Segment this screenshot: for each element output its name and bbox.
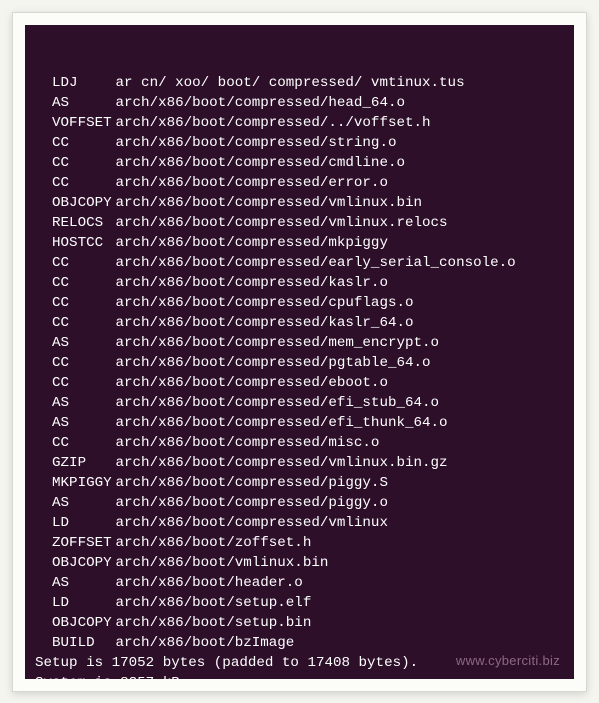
build-line: AS arch/x86/boot/compressed/efi_thunk_64… xyxy=(35,413,564,433)
build-path: arch/x86/boot/compressed/efi_thunk_64.o xyxy=(107,415,448,431)
build-path: arch/x86/boot/compressed/string.o xyxy=(107,135,396,151)
build-path: arch/x86/boot/compressed/vmlinux.relocs xyxy=(107,215,448,231)
build-path: arch/x86/boot/compressed/cmdline.o xyxy=(107,155,405,171)
build-cmd: CC xyxy=(35,153,107,173)
build-path: arch/x86/boot/compressed/misc.o xyxy=(107,435,379,451)
build-line: CC arch/x86/boot/compressed/error.o xyxy=(35,173,564,193)
build-cmd: AS xyxy=(35,93,107,113)
build-line: RELOCS arch/x86/boot/compressed/vmlinux.… xyxy=(35,213,564,233)
build-path: arch/x86/boot/setup.bin xyxy=(107,615,311,631)
build-line: LDJ ar cn/ xoo/ boot/ compressed/ vmtinu… xyxy=(35,73,564,93)
build-path: ar cn/ xoo/ boot/ compressed/ vmtinux.tu… xyxy=(107,75,465,91)
terminal-output: LDJ ar cn/ xoo/ boot/ compressed/ vmtinu… xyxy=(35,73,564,679)
build-path: arch/x86/boot/compressed/kaslr.o xyxy=(107,275,388,291)
build-cmd: ZOFFSET xyxy=(35,533,107,553)
build-path: arch/x86/boot/compressed/mkpiggy xyxy=(107,235,388,251)
build-cmd: GZIP xyxy=(35,453,107,473)
build-line: GZIP arch/x86/boot/compressed/vmlinux.bi… xyxy=(35,453,564,473)
build-cmd: AS xyxy=(35,333,107,353)
build-line: HOSTCC arch/x86/boot/compressed/mkpiggy xyxy=(35,233,564,253)
build-line: AS arch/x86/boot/header.o xyxy=(35,573,564,593)
build-path: arch/x86/boot/compressed/efi_stub_64.o xyxy=(107,395,439,411)
build-cmd: AS xyxy=(35,393,107,413)
build-line: AS arch/x86/boot/compressed/efi_stub_64.… xyxy=(35,393,564,413)
build-line: AS arch/x86/boot/compressed/head_64.o xyxy=(35,93,564,113)
build-cmd: LDJ xyxy=(35,73,107,93)
build-cmd: LD xyxy=(35,593,107,613)
build-line: VOFFSET arch/x86/boot/compressed/../voff… xyxy=(35,113,564,133)
build-path: arch/x86/boot/compressed/vmlinux.bin xyxy=(107,195,422,211)
build-path: arch/x86/boot/compressed/error.o xyxy=(107,175,388,191)
status-line: System is 8357 kB xyxy=(35,673,564,679)
build-cmd: CC xyxy=(35,173,107,193)
build-line: MKPIGGY arch/x86/boot/compressed/piggy.S xyxy=(35,473,564,493)
build-path: arch/x86/boot/compressed/../voffset.h xyxy=(107,115,431,131)
build-line: ZOFFSET arch/x86/boot/zoffset.h xyxy=(35,533,564,553)
build-cmd: AS xyxy=(35,573,107,593)
build-path: arch/x86/boot/vmlinux.bin xyxy=(107,555,328,571)
build-cmd: CC xyxy=(35,133,107,153)
build-line: BUILD arch/x86/boot/bzImage xyxy=(35,633,564,653)
build-line: CC arch/x86/boot/compressed/pgtable_64.o xyxy=(35,353,564,373)
build-cmd: VOFFSET xyxy=(35,113,107,133)
build-line: CC arch/x86/boot/compressed/cmdline.o xyxy=(35,153,564,173)
build-path: arch/x86/boot/bzImage xyxy=(107,635,294,651)
build-cmd: BUILD xyxy=(35,633,107,653)
build-path: arch/x86/boot/compressed/cpuflags.o xyxy=(107,295,414,311)
terminal-window[interactable]: LDJ ar cn/ xoo/ boot/ compressed/ vmtinu… xyxy=(25,25,574,679)
build-cmd: CC xyxy=(35,313,107,333)
build-path: arch/x86/boot/header.o xyxy=(107,575,303,591)
build-path: arch/x86/boot/compressed/eboot.o xyxy=(107,375,388,391)
build-line: CC arch/x86/boot/compressed/early_serial… xyxy=(35,253,564,273)
build-path: arch/x86/boot/compressed/piggy.o xyxy=(107,495,388,511)
build-cmd: AS xyxy=(35,493,107,513)
build-path: arch/x86/boot/compressed/vmlinux xyxy=(107,515,388,531)
build-cmd: CC xyxy=(35,353,107,373)
build-cmd: CC xyxy=(35,373,107,393)
build-line: OBJCOPY arch/x86/boot/vmlinux.bin xyxy=(35,553,564,573)
build-cmd: CC xyxy=(35,433,107,453)
build-path: arch/x86/boot/zoffset.h xyxy=(107,535,311,551)
build-path: arch/x86/boot/compressed/head_64.o xyxy=(107,95,405,111)
build-path: arch/x86/boot/setup.elf xyxy=(107,595,311,611)
build-line: OBJCOPY arch/x86/boot/compressed/vmlinux… xyxy=(35,193,564,213)
build-cmd: CC xyxy=(35,273,107,293)
build-line: CC arch/x86/boot/compressed/cpuflags.o xyxy=(35,293,564,313)
watermark-text: www.cyberciti.biz xyxy=(456,651,560,671)
build-line: OBJCOPY arch/x86/boot/setup.bin xyxy=(35,613,564,633)
build-line: LD arch/x86/boot/compressed/vmlinux xyxy=(35,513,564,533)
build-line: AS arch/x86/boot/compressed/mem_encrypt.… xyxy=(35,333,564,353)
build-line: CC arch/x86/boot/compressed/eboot.o xyxy=(35,373,564,393)
photo-frame: LDJ ar cn/ xoo/ boot/ compressed/ vmtinu… xyxy=(12,12,587,692)
build-line: CC arch/x86/boot/compressed/misc.o xyxy=(35,433,564,453)
build-cmd: HOSTCC xyxy=(35,233,107,253)
build-cmd: RELOCS xyxy=(35,213,107,233)
build-path: arch/x86/boot/compressed/vmlinux.bin.gz xyxy=(107,455,448,471)
build-cmd: OBJCOPY xyxy=(35,613,107,633)
build-line: CC arch/x86/boot/compressed/string.o xyxy=(35,133,564,153)
build-path: arch/x86/boot/compressed/early_serial_co… xyxy=(107,255,516,271)
build-cmd: AS xyxy=(35,413,107,433)
build-path: arch/x86/boot/compressed/pgtable_64.o xyxy=(107,355,431,371)
build-line: AS arch/x86/boot/compressed/piggy.o xyxy=(35,493,564,513)
build-cmd: OBJCOPY xyxy=(35,193,107,213)
build-cmd: CC xyxy=(35,253,107,273)
build-line: CC arch/x86/boot/compressed/kaslr_64.o xyxy=(35,313,564,333)
build-line: LD arch/x86/boot/setup.elf xyxy=(35,593,564,613)
build-cmd: OBJCOPY xyxy=(35,553,107,573)
build-path: arch/x86/boot/compressed/piggy.S xyxy=(107,475,388,491)
build-cmd: MKPIGGY xyxy=(35,473,107,493)
build-path: arch/x86/boot/compressed/mem_encrypt.o xyxy=(107,335,439,351)
build-cmd: LD xyxy=(35,513,107,533)
build-cmd: CC xyxy=(35,293,107,313)
build-line: CC arch/x86/boot/compressed/kaslr.o xyxy=(35,273,564,293)
build-path: arch/x86/boot/compressed/kaslr_64.o xyxy=(107,315,414,331)
